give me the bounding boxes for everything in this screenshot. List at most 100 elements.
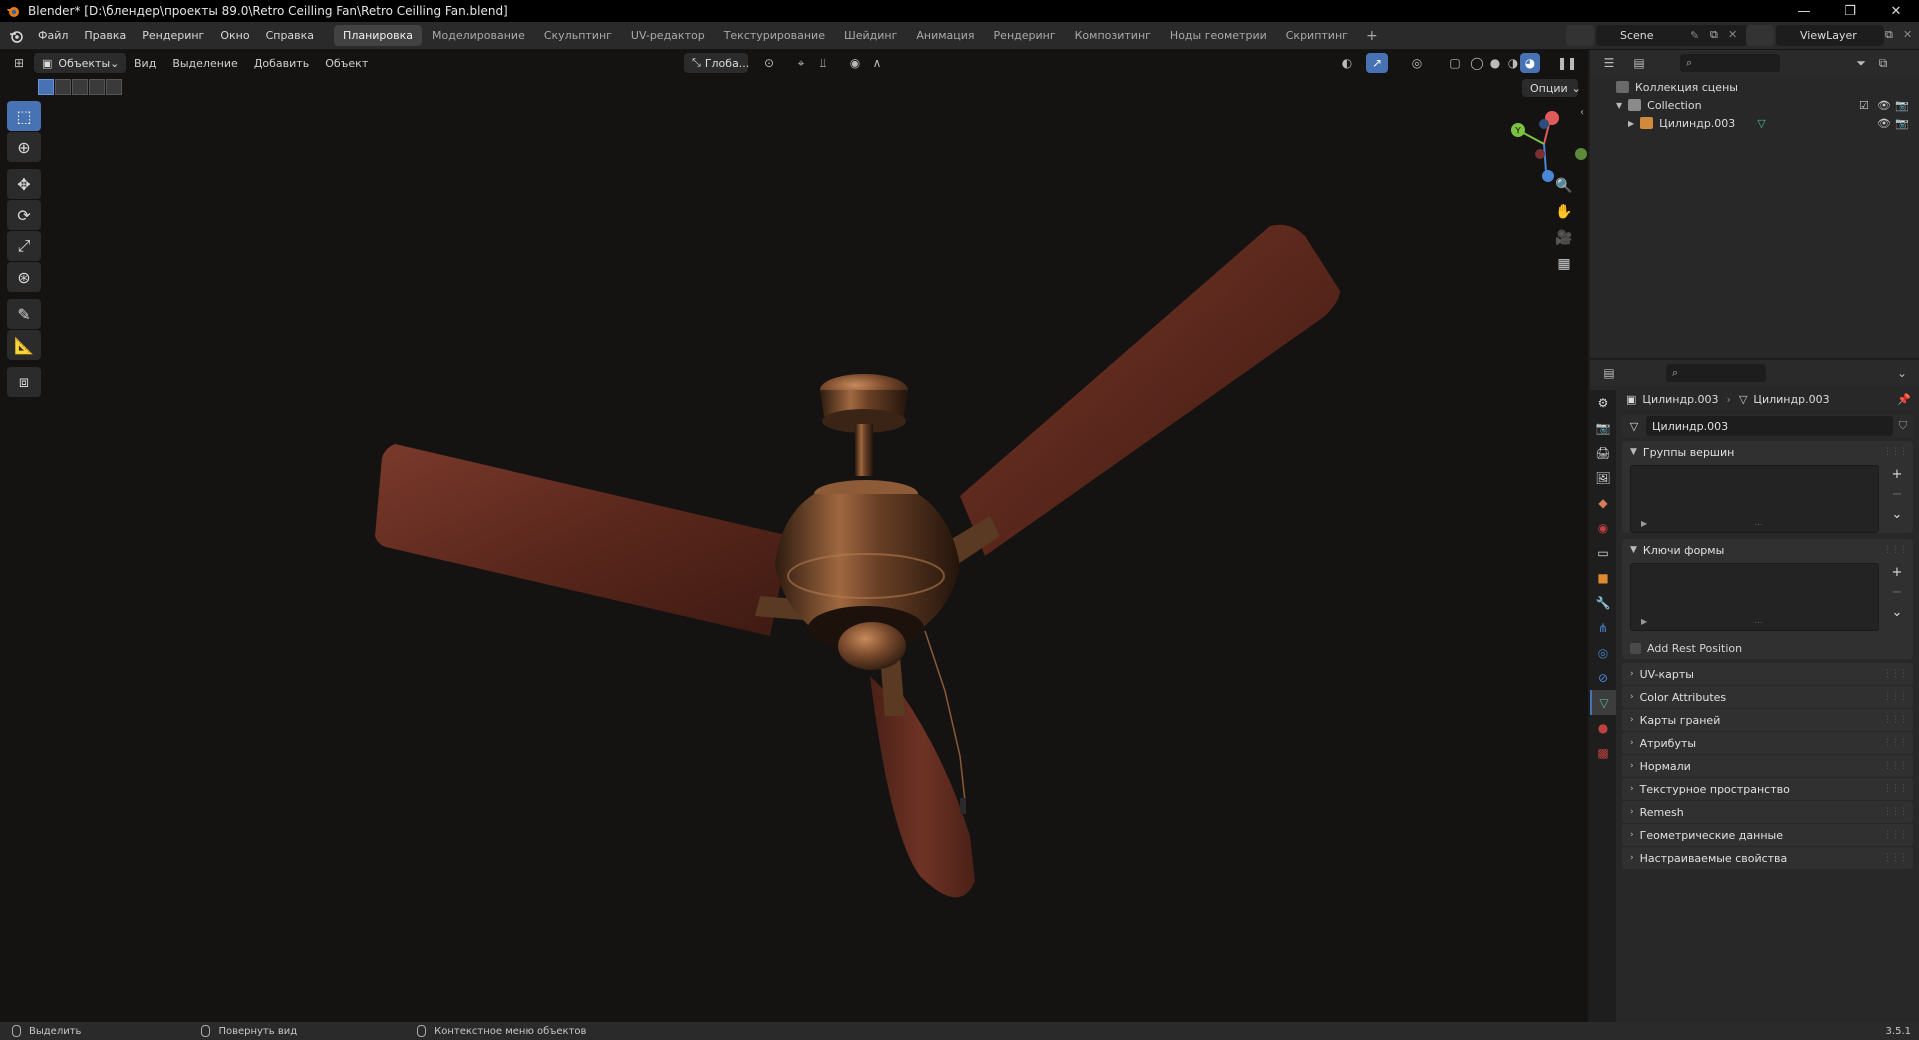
measure-tool-icon[interactable]: 📐	[7, 330, 41, 360]
add-icon[interactable]: +	[1887, 467, 1907, 485]
select-new-icon[interactable]	[38, 79, 54, 95]
snap-target-icon[interactable]: ⫫	[812, 53, 834, 73]
sidebar-toggle-icon[interactable]: ‹	[1580, 107, 1584, 118]
fan-render[interactable]	[0, 76, 1588, 1022]
panel-face-maps[interactable]: › Карты граней ⋮⋮⋮	[1622, 709, 1913, 731]
resize-handle-icon[interactable]: ⋯	[1755, 618, 1763, 627]
menu-edit[interactable]: Правка	[76, 29, 134, 42]
drag-handle-icon[interactable]: ⋮⋮⋮	[1883, 853, 1908, 863]
output-tab-icon[interactable]: 🖨	[1590, 440, 1616, 465]
transform-orientation-dropdown[interactable]: ⤡ Глоба...	[684, 53, 749, 73]
editor-type-button[interactable]: ⊞	[8, 53, 30, 73]
navigation-gizmo[interactable]: Y	[1490, 102, 1590, 182]
drag-handle-icon[interactable]: ⋮⋮⋮	[1883, 738, 1908, 748]
physics-tab-icon[interactable]: ◎	[1590, 640, 1616, 665]
properties-search-field[interactable]: ⌕	[1666, 364, 1766, 382]
mode-dropdown[interactable]: ▣ Объекты ⌄	[34, 53, 126, 73]
proportional-edit-icon[interactable]: ◉	[844, 53, 866, 73]
camera-view-icon[interactable]: 🎥	[1552, 226, 1576, 250]
modifier-tab-icon[interactable]: 🔧	[1590, 590, 1616, 615]
tab-uv-editing[interactable]: UV-редактор	[622, 25, 714, 46]
minimize-button[interactable]: —	[1781, 0, 1827, 22]
drag-handle-icon[interactable]: ⋮⋮⋮	[1883, 761, 1908, 771]
tab-texture-paint[interactable]: Текстурирование	[715, 25, 834, 46]
menu-window[interactable]: Окно	[212, 29, 257, 42]
particles-tab-icon[interactable]: ⋔	[1590, 615, 1616, 640]
viewlayer-browse-button[interactable]	[1746, 25, 1774, 46]
pin-icon[interactable]: ✎	[1690, 29, 1699, 42]
select-extend-icon[interactable]	[55, 79, 71, 95]
panel-remesh[interactable]: › Remesh ⋮⋮⋮	[1622, 801, 1913, 823]
tab-animation[interactable]: Анимация	[907, 25, 983, 46]
filter-icon[interactable]: ⏷	[1850, 53, 1872, 73]
menu-add[interactable]: Добавить	[246, 57, 317, 70]
pause-icon[interactable]: ❚❚	[1556, 53, 1578, 73]
pan-hand-icon[interactable]: ✋	[1552, 200, 1576, 224]
select-box-tool-icon[interactable]: ⬚	[7, 101, 41, 131]
tab-scripting[interactable]: Скриптинг	[1277, 25, 1357, 46]
material-tab-icon[interactable]: ●	[1590, 715, 1616, 740]
menu-help[interactable]: Справка	[258, 29, 322, 42]
properties-editor-type-icon[interactable]: ▤	[1598, 363, 1620, 383]
delete-scene-icon[interactable]: ✕	[1728, 28, 1737, 41]
checkbox-icon[interactable]: ☑	[1859, 99, 1869, 112]
add-cube-tool-icon[interactable]: ⧈	[7, 367, 41, 397]
perspective-toggle-icon[interactable]: ▦	[1552, 252, 1576, 276]
delete-viewlayer-icon[interactable]: ✕	[1903, 28, 1912, 41]
drag-handle-icon[interactable]: ⋮⋮⋮	[1883, 692, 1908, 702]
rendered-shading-icon[interactable]: ◕	[1520, 53, 1540, 73]
menu-file[interactable]: Файл	[30, 29, 76, 42]
constraints-tab-icon[interactable]: ⊘	[1590, 665, 1616, 690]
move-tool-icon[interactable]: ✥	[7, 169, 41, 199]
outliner-search-field[interactable]: ⌕	[1680, 54, 1780, 72]
close-window-button[interactable]: ✕	[1873, 0, 1919, 22]
mesh-browse-icon[interactable]: ▽	[1622, 420, 1646, 433]
mesh-data-tab-icon[interactable]: ▽	[1590, 690, 1616, 715]
drag-handle-icon[interactable]: ⋮⋮⋮	[1883, 807, 1908, 817]
xray-icon[interactable]: ▢	[1444, 53, 1466, 73]
panel-header[interactable]: ▼ Группы вершин ⋮⋮⋮	[1622, 441, 1913, 463]
camera-icon[interactable]: 📷	[1895, 117, 1909, 130]
annotate-tool-icon[interactable]: ✎	[7, 299, 41, 329]
remove-icon[interactable]: −	[1887, 585, 1907, 603]
world-tab-icon[interactable]: ◉	[1590, 515, 1616, 540]
select-subtract-icon[interactable]	[72, 79, 88, 95]
panel-color-attributes[interactable]: › Color Attributes ⋮⋮⋮	[1622, 686, 1913, 708]
drag-handle-icon[interactable]: ⋮⋮⋮	[1883, 830, 1908, 840]
cursor-tool-icon[interactable]: ⊕	[7, 132, 41, 162]
select-invert-icon[interactable]	[89, 79, 105, 95]
expand-icon[interactable]: ▼	[1616, 101, 1622, 110]
fake-user-shield-icon[interactable]: ⛉	[1893, 419, 1913, 433]
scale-tool-icon[interactable]: ⤢	[7, 231, 41, 261]
options-dropdown[interactable]: Опции ⌄	[1522, 79, 1581, 97]
zoom-icon[interactable]: 🔍	[1552, 174, 1576, 198]
panel-header[interactable]: ▼ Ключи формы ⋮⋮⋮	[1622, 539, 1913, 561]
camera-icon[interactable]: 📷	[1895, 99, 1909, 112]
new-collection-icon[interactable]: ⧉	[1872, 53, 1894, 73]
outliner-editor-type-icon[interactable]: ☰	[1598, 53, 1620, 73]
specials-menu-icon[interactable]: ⌄	[1887, 605, 1907, 623]
drag-handle-icon[interactable]: ⋮⋮⋮	[1883, 669, 1908, 679]
visibility-icon[interactable]: ◐	[1336, 53, 1358, 73]
add-icon[interactable]: +	[1887, 565, 1907, 583]
tab-compositing[interactable]: Композитинг	[1066, 25, 1160, 46]
overlays-icon[interactable]: ◎	[1406, 53, 1428, 73]
add-workspace-button[interactable]: +	[1358, 28, 1386, 44]
remove-icon[interactable]: −	[1887, 487, 1907, 505]
filter-toggle-icon[interactable]: ▶	[1641, 617, 1647, 626]
tab-rendering[interactable]: Рендеринг	[985, 25, 1065, 46]
display-mode-icon[interactable]: ▤	[1628, 53, 1650, 73]
viewlayer-name-field[interactable]: ViewLayer	[1776, 25, 1884, 46]
tool-tab-icon[interactable]: ⚙	[1590, 390, 1616, 415]
mesh-name-field[interactable]: Цилиндр.003	[1646, 416, 1893, 436]
menu-render[interactable]: Рендеринг	[134, 29, 212, 42]
expand-icon[interactable]: ▶	[1628, 119, 1634, 128]
object-tab-icon[interactable]: ■	[1590, 565, 1616, 590]
chevron-down-icon[interactable]: ⌄	[1891, 363, 1913, 383]
panel-custom-properties[interactable]: › Настраиваемые свойства ⋮⋮⋮	[1622, 847, 1913, 869]
panel-uv-maps[interactable]: › UV-карты ⋮⋮⋮	[1622, 663, 1913, 685]
drag-handle-icon[interactable]: ⋮⋮⋮	[1883, 447, 1908, 457]
blender-menu-icon[interactable]	[8, 29, 24, 43]
scene-tab-icon[interactable]: ◆	[1590, 490, 1616, 515]
snap-icon[interactable]: ⌖	[790, 53, 812, 73]
